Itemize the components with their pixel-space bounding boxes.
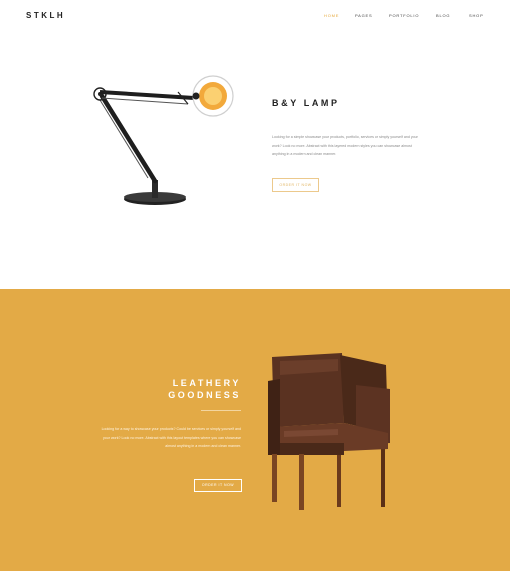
leather-title: LEATHERY GOODNESS (168, 377, 241, 401)
lamp-order-button[interactable]: Order it now (272, 178, 319, 192)
main-nav: Home Pages Portfolio Blog Shop (322, 13, 492, 21)
lamp-description: Looking for a simple showcase your produ… (272, 135, 418, 156)
logo[interactable]: STKLH (26, 11, 65, 20)
leather-description: Looking for a way to showcase your produ… (101, 427, 241, 448)
leather-section: LEATHERY GOODNESS Looking for a way to s… (0, 289, 510, 571)
leather-order-button[interactable]: Order it now (194, 479, 242, 492)
desk-lamp-image (93, 75, 234, 205)
leather-title-line1: LEATHERY (172, 378, 241, 388)
title-divider (201, 410, 241, 411)
nav-portfolio[interactable]: Portfolio (389, 13, 419, 18)
nav-shop[interactable]: Shop (469, 13, 484, 18)
nav-home[interactable]: Home (324, 13, 339, 18)
lamp-section: B&Y LAMP Looking for a simple showcase y… (0, 34, 510, 289)
nav-blog[interactable]: Blog (436, 13, 450, 18)
leather-armchair-image (268, 353, 390, 510)
nav-pages[interactable]: Pages (355, 13, 373, 18)
site-header: STKLH Home Pages Portfolio Blog Shop (0, 0, 510, 34)
leather-title-line2: GOODNESS (168, 390, 241, 400)
lamp-title: B&Y LAMP (272, 98, 340, 108)
